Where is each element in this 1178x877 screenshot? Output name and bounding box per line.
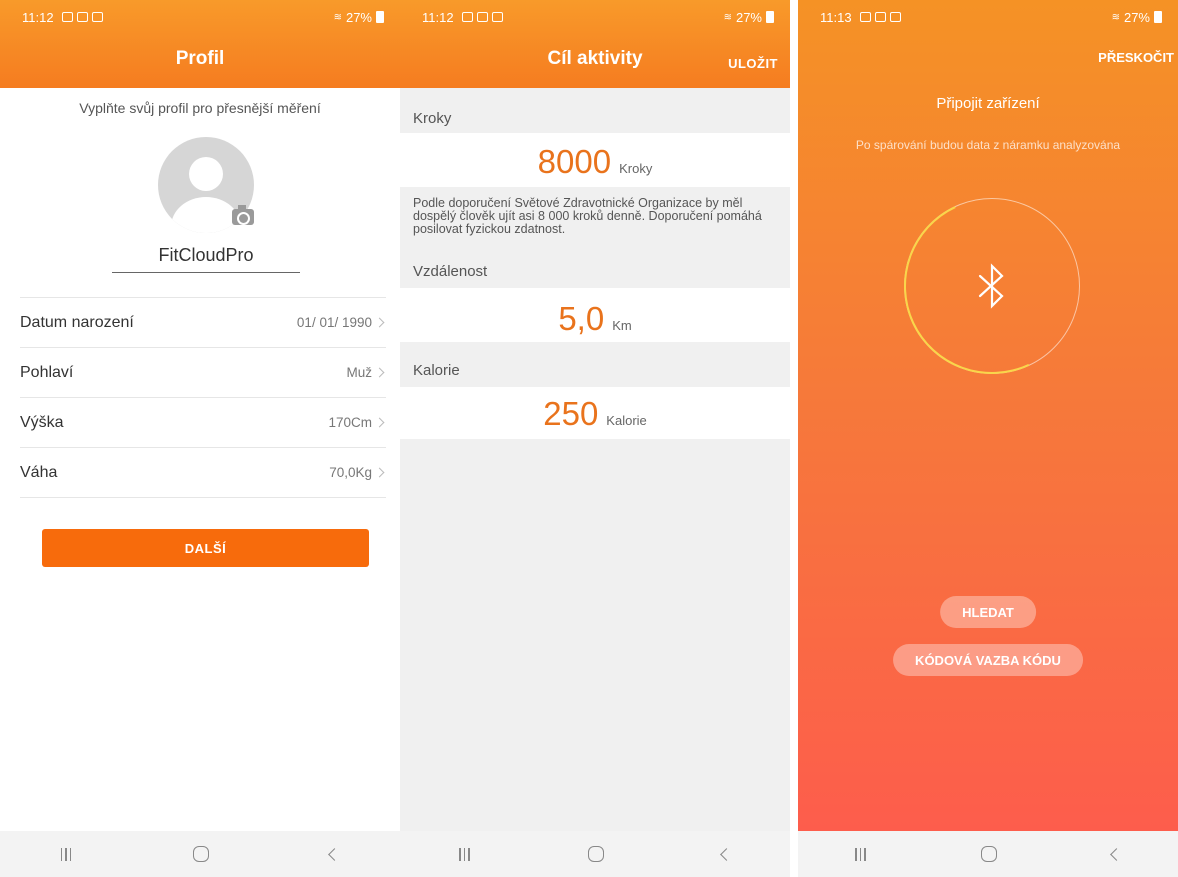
calories-unit: Kalorie bbox=[606, 413, 647, 428]
home-icon[interactable] bbox=[192, 846, 209, 862]
wifi-signal-icon: ≋ bbox=[333, 11, 342, 23]
profile-subtitle: Vyplňte svůj profil pro přesnější měření bbox=[79, 100, 321, 116]
chevron-right-icon bbox=[374, 417, 385, 428]
recent-apps-icon[interactable] bbox=[60, 847, 72, 861]
next-button[interactable]: DALŠÍ bbox=[42, 529, 369, 567]
back-icon[interactable] bbox=[720, 847, 733, 861]
connect-subtitle: Po spárování budou data z náramku analyz… bbox=[855, 138, 1121, 152]
battery-icon bbox=[766, 11, 774, 23]
search-button[interactable]: HLEDAT bbox=[940, 596, 1036, 628]
status-time: 11:12 bbox=[22, 9, 54, 25]
row-gender[interactable]: Pohlaví Muž bbox=[20, 348, 386, 398]
row-label: Datum narození bbox=[20, 313, 134, 331]
status-time: 11:12 bbox=[422, 9, 454, 25]
row-birthdate[interactable]: Datum narození 01/ 01/ 1990 bbox=[20, 298, 386, 348]
steps-description: Podle doporučení Světové Zdravotnické Or… bbox=[413, 196, 762, 236]
calories-label: Kalorie bbox=[413, 362, 460, 379]
camera-icon[interactable] bbox=[232, 205, 254, 225]
check-icon bbox=[91, 12, 103, 22]
back-icon[interactable] bbox=[328, 847, 342, 861]
steps-goal[interactable]: 8000 Kroky bbox=[400, 133, 790, 187]
battery-icon bbox=[1154, 11, 1162, 23]
bluetooth-icon bbox=[978, 263, 1004, 309]
distance-unit: Km bbox=[612, 318, 632, 333]
system-nav-bar bbox=[400, 831, 790, 877]
status-time: 11:13 bbox=[820, 9, 852, 25]
row-value: 70,0Kg bbox=[329, 465, 372, 480]
battery-percent: 27% bbox=[345, 9, 372, 25]
steps-label: Kroky bbox=[413, 110, 452, 127]
row-value: Muž bbox=[346, 365, 372, 380]
recent-apps-icon[interactable] bbox=[855, 847, 866, 861]
wifi-signal-icon: ≋ bbox=[723, 11, 732, 23]
steps-unit: Kroky bbox=[619, 161, 653, 176]
row-height[interactable]: Výška 170Cm bbox=[20, 398, 386, 448]
back-icon[interactable] bbox=[1109, 847, 1123, 861]
code-binding-button[interactable]: KÓDOVÁ VAZBA KÓDU bbox=[893, 644, 1083, 676]
row-label: Pohlaví bbox=[20, 363, 74, 381]
battery-icon bbox=[376, 11, 384, 23]
home-icon[interactable] bbox=[587, 846, 604, 862]
profile-list: Datum narození 01/ 01/ 1990 Pohlaví Muž … bbox=[20, 297, 386, 498]
home-icon[interactable] bbox=[980, 846, 997, 862]
distance-value: 5,0 bbox=[558, 300, 605, 337]
battery-percent: 27% bbox=[735, 9, 762, 25]
gallery-icon bbox=[859, 12, 871, 22]
system-nav-bar bbox=[798, 831, 1178, 877]
youtube-icon bbox=[874, 12, 886, 22]
row-label: Výška bbox=[20, 413, 64, 431]
battery-percent: 27% bbox=[1123, 9, 1150, 25]
check-icon bbox=[889, 12, 901, 22]
profile-screen: Profil 11:12 ≋ 27% Vyplňte svůj profil p… bbox=[0, 0, 400, 877]
row-value: 170Cm bbox=[328, 415, 372, 430]
youtube-icon bbox=[76, 12, 88, 22]
username-field[interactable]: FitCloudPro bbox=[112, 245, 300, 273]
distance-label: Vzdálenost bbox=[413, 263, 488, 280]
connect-title: Připojit zařízení bbox=[936, 95, 1040, 112]
chevron-right-icon bbox=[374, 467, 385, 478]
skip-button[interactable]: PŘESKOČIT bbox=[1098, 50, 1174, 65]
chevron-right-icon bbox=[374, 367, 385, 378]
check-icon bbox=[491, 12, 503, 22]
system-nav-bar bbox=[0, 831, 400, 877]
status-bar: 11:12 ≋ 27% bbox=[400, 0, 790, 34]
recent-apps-icon[interactable] bbox=[459, 847, 470, 861]
calories-value: 250 bbox=[543, 395, 599, 432]
gallery-icon bbox=[61, 12, 73, 22]
save-button[interactable]: ULOŽIT bbox=[728, 56, 778, 71]
row-weight[interactable]: Váha 70,0Kg bbox=[20, 448, 386, 498]
row-value: 01/ 01/ 1990 bbox=[296, 315, 372, 330]
wifi-signal-icon: ≋ bbox=[1111, 11, 1120, 23]
steps-value: 8000 bbox=[537, 143, 612, 180]
page-title: Profil bbox=[175, 48, 225, 69]
activity-goal-screen: Cíl aktivity ULOŽIT 11:12 ≋ 27% Kroky 80… bbox=[400, 0, 790, 877]
youtube-icon bbox=[476, 12, 488, 22]
status-bar: 11:12 ≋ 27% bbox=[0, 0, 400, 34]
connect-device-screen: 11:13 ≋ 27% PŘESKOČIT Připojit zařízení … bbox=[798, 0, 1178, 877]
distance-goal[interactable]: 5,0 Km bbox=[400, 288, 790, 342]
status-bar: 11:13 ≋ 27% bbox=[798, 0, 1178, 34]
calories-goal[interactable]: 250 Kalorie bbox=[400, 387, 790, 439]
chevron-right-icon bbox=[374, 317, 385, 328]
row-label: Váha bbox=[20, 463, 58, 481]
gallery-icon bbox=[461, 12, 473, 22]
